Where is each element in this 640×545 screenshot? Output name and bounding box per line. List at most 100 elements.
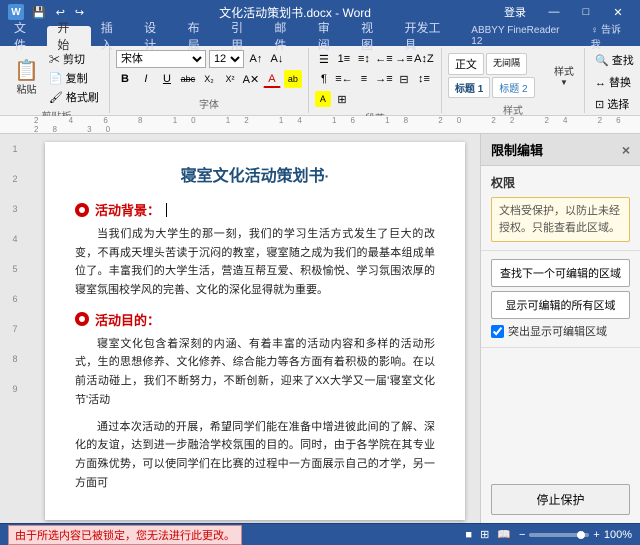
document-page[interactable]: 寝室文化活动策划书· 活动背景： 当我们成为大学生的那一刻，我们的学习生活方式发… — [45, 142, 465, 520]
panel-close-btn[interactable]: × — [622, 142, 630, 158]
section-2-bullet — [75, 312, 89, 326]
show-marks-btn[interactable]: ¶ — [315, 70, 333, 88]
view-layout-btn[interactable]: ⊞ — [480, 528, 489, 541]
tab-references[interactable]: 引用 — [221, 26, 264, 46]
sort-btn[interactable]: A↕Z — [415, 50, 433, 68]
tab-developer[interactable]: 开发工具 — [395, 26, 462, 46]
style-h1[interactable]: 标题 1 — [448, 77, 490, 98]
highlight-checkbox[interactable] — [491, 325, 504, 338]
italic-btn[interactable]: I — [137, 70, 155, 88]
bullets-btn[interactable]: ☰ — [315, 50, 333, 68]
borders-btn[interactable]: ⊞ — [333, 90, 351, 108]
paste-label: 粘贴 — [16, 81, 36, 96]
doc-title-text: 寝室文化活动策划书 — [181, 168, 325, 185]
ribbon-tabs: 文件 开始 插入 设计 布局 引用 邮件 审阅 视图 开发工具 ABBYY Fi… — [0, 24, 640, 46]
copy-btn[interactable]: 📄 复制 — [45, 69, 103, 87]
stop-protect-btn[interactable]: 停止保护 — [491, 484, 630, 515]
style-no-space[interactable]: 无间隔 — [486, 53, 527, 75]
section-2-content2[interactable]: 通过本次活动的开展，希望同学们能在准备中增进彼此间的了解、深化的友谊，达到进一步… — [75, 418, 435, 493]
tab-design[interactable]: 设计 — [134, 26, 177, 46]
styles-icon: 样式 — [554, 63, 574, 78]
format-painter-btn[interactable]: 🖌 格式刷 — [45, 88, 103, 106]
numbering-btn[interactable]: 1≡ — [335, 50, 353, 68]
tab-mail[interactable]: 邮件 — [264, 26, 307, 46]
tab-home[interactable]: 开始 — [47, 26, 90, 46]
paste-btn[interactable]: 📋 粘贴 — [10, 53, 43, 103]
tab-abbyy[interactable]: ABBYY FineReader 12 — [461, 26, 580, 46]
text-cursor — [166, 203, 167, 217]
tab-file[interactable]: 文件 — [4, 26, 47, 46]
font-size-select[interactable]: 12 — [209, 50, 244, 68]
increase-indent-btn[interactable]: →≡ — [395, 50, 413, 68]
permissions-desc: 文档受保护，以防止未经授权。只能查看此区域。 — [491, 197, 630, 242]
styles-label: 样式 — [448, 100, 578, 117]
strikethrough-btn[interactable]: abc — [179, 70, 197, 88]
tab-layout[interactable]: 布局 — [178, 26, 221, 46]
replace-btn[interactable]: ↔ 替换 — [591, 72, 635, 92]
shrink-btn[interactable]: A↓ — [268, 50, 286, 68]
grow-btn[interactable]: A↑ — [247, 50, 265, 68]
align-right-btn[interactable]: →≡ — [375, 70, 393, 88]
page-num-9: 9 — [12, 384, 17, 394]
font-name-select[interactable]: 宋体 — [116, 50, 206, 68]
ruler-numbers: 2 4 6 8 10 12 14 16 18 20 22 24 26 28 30 — [34, 116, 640, 134]
paste-icon: 📋 — [14, 61, 39, 81]
section-2-header: 活动目的： — [75, 310, 435, 329]
title-bar-left: W 💾 ↩ ↪ — [8, 4, 86, 20]
line-spacing-btn[interactable]: ↕≡ — [415, 70, 433, 88]
font-label: 字体 — [116, 94, 302, 111]
font-row-2: B I U abc X₂ X² A✕ A ab — [116, 70, 302, 88]
multilevel-btn[interactable]: ≡↕ — [355, 50, 373, 68]
zoom-slider[interactable] — [529, 533, 589, 537]
zoom-in-btn[interactable]: + — [593, 529, 599, 541]
permissions-title: 权限 — [491, 174, 630, 191]
status-bar: 由于所选内容已被锁定，您无法进行此更改。 ■ ⊞ 📖 − + 100% — [0, 523, 640, 545]
tab-review[interactable]: 审阅 — [308, 26, 351, 46]
view-read-btn[interactable]: 📖 — [497, 528, 511, 541]
show-all-editable-btn[interactable]: 显示可编辑的所有区域 — [491, 291, 630, 319]
tab-insert[interactable]: 插入 — [91, 26, 134, 46]
word-app-icon: W — [8, 4, 24, 20]
save-quick-btn[interactable]: 💾 — [30, 6, 48, 19]
clipboard-sub-btns: ✂ 剪切 📄 复制 🖌 格式刷 — [45, 50, 103, 106]
main-layout: 1 2 3 4 5 6 7 8 9 寝室文化活动策划书· 活动背景： 当我们成为… — [0, 134, 640, 523]
section-2-content1[interactable]: 寝室文化包含着深刻的内涵、有着丰富的活动内容和多样的活动形式，生的思想修养、文化… — [75, 335, 435, 410]
minimize-btn[interactable]: — — [540, 0, 568, 24]
highlight-btn[interactable]: ab — [284, 70, 302, 88]
align-center-btn[interactable]: ≡ — [355, 70, 373, 88]
section-1-bullet — [75, 203, 89, 217]
styles-launcher-btn[interactable]: 样式 ▼ — [550, 50, 578, 100]
section-1-heading: 活动背景： — [95, 200, 160, 219]
section-1-content[interactable]: 当我们成为大学生的那一刻，我们的学习生活方式发生了巨大的改变，不再成天埋头苦读于… — [75, 225, 435, 300]
superscript-btn[interactable]: X² — [221, 70, 239, 88]
login-link[interactable]: 登录 — [504, 4, 526, 20]
page-num-4: 4 — [12, 234, 17, 244]
redo-quick-btn[interactable]: ↪ — [73, 6, 86, 19]
tab-view[interactable]: 视图 — [351, 26, 394, 46]
cut-btn[interactable]: ✂ 剪切 — [45, 50, 103, 68]
subscript-btn[interactable]: X₂ — [200, 70, 218, 88]
doc-title-decoration: · — [325, 168, 330, 184]
ruler-marks: 2 4 6 8 10 12 14 16 18 20 22 24 26 28 30 — [30, 116, 640, 134]
view-normal-btn[interactable]: ■ — [465, 529, 472, 541]
find-btn[interactable]: 🔍 查找 — [591, 50, 638, 70]
style-h2[interactable]: 标题 2 — [492, 77, 534, 98]
font-color-btn[interactable]: A — [263, 70, 281, 88]
underline-btn[interactable]: U — [158, 70, 176, 88]
undo-quick-btn[interactable]: ↩ — [54, 6, 67, 19]
paragraph-group: ☰ 1≡ ≡↕ ←≡ →≡ A↕Z ¶ ≡← ≡ →≡ ⊟ ↕≡ A ⊞ 段落 — [309, 48, 442, 113]
section-2-heading: 活动目的： — [95, 310, 160, 329]
zoom-level: 100% — [604, 529, 632, 541]
find-editable-btn[interactable]: 查找下一个可编辑的区域 — [491, 259, 630, 287]
style-normal[interactable]: 正文 — [448, 53, 484, 75]
bold-btn[interactable]: B — [116, 70, 134, 88]
zoom-out-btn[interactable]: − — [519, 529, 525, 541]
select-btn[interactable]: ⊡ 选择 — [591, 94, 633, 114]
tab-help[interactable]: ♀ 告诉我 — [581, 26, 640, 46]
justify-btn[interactable]: ⊟ — [395, 70, 413, 88]
align-left-btn[interactable]: ≡← — [335, 70, 353, 88]
clear-format-btn[interactable]: A✕ — [242, 70, 260, 88]
highlight-label: 突出显示可编辑区域 — [508, 323, 607, 339]
decrease-indent-btn[interactable]: ←≡ — [375, 50, 393, 68]
shading-btn[interactable]: A — [315, 91, 331, 107]
